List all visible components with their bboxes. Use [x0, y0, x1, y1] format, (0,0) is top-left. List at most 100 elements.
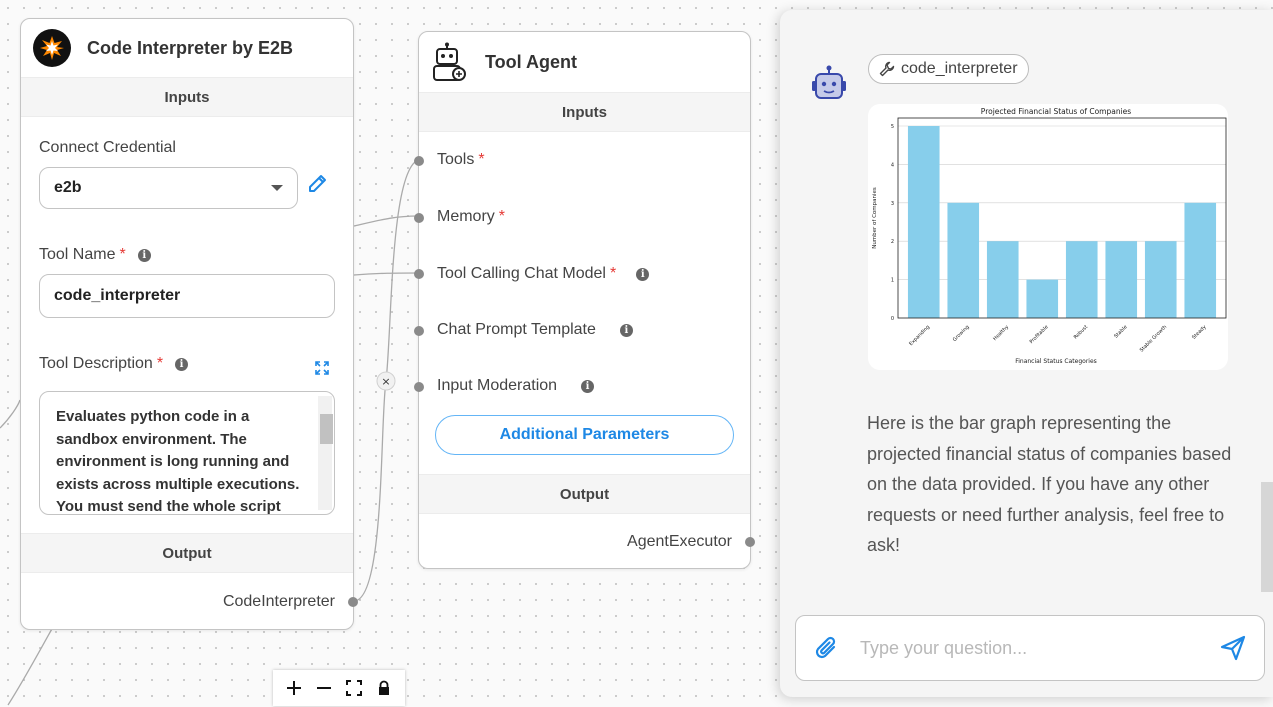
chart-bar [947, 202, 980, 318]
input-handle-prompt[interactable] [414, 326, 424, 336]
chat-input-bar [795, 615, 1265, 681]
chat-scroll-thumb[interactable] [1261, 482, 1273, 592]
chart-title: Projected Financial Status of Companies [981, 107, 1131, 116]
textarea-scroll-thumb[interactable] [320, 414, 333, 444]
edge-tools [353, 159, 419, 602]
chart-x-tick-label: Steady [1191, 324, 1208, 341]
output-header: Output [21, 533, 353, 573]
additional-parameters-button[interactable]: Additional Parameters [435, 415, 734, 455]
input-prompt-template: Chat Prompt Template i [437, 321, 633, 339]
edge-delete-button[interactable]: × [376, 371, 396, 391]
edit-credential-icon[interactable] [306, 171, 330, 195]
chart-y-label: Number of Companies [872, 187, 878, 249]
canvas-controls [273, 670, 405, 706]
wrench-icon [879, 61, 895, 77]
info-icon[interactable]: i [175, 357, 189, 371]
tool-name-input[interactable]: code_interpreter [39, 274, 335, 318]
chart-grid [898, 125, 1226, 319]
edge-delete-symbol: × [381, 375, 390, 388]
input-handle-chat-model[interactable] [414, 269, 424, 279]
info-icon[interactable]: i [636, 267, 650, 281]
input-handle-tools[interactable] [414, 156, 424, 166]
chart-y-ticks: 0 1 2 3 4 5 [891, 124, 894, 322]
zoom-in-button[interactable] [281, 675, 307, 701]
chart-x-tick-label: Robust [1073, 324, 1089, 340]
chart-x-tick-label: Profitable [1029, 324, 1050, 345]
info-icon[interactable]: i [137, 248, 151, 262]
tool-description-value: Evaluates python code in a sandbox envir… [56, 408, 300, 515]
input-chat-model: Tool Calling Chat Model * i [437, 265, 650, 283]
tool-description-textarea[interactable]: Evaluates python code in a sandbox envir… [39, 391, 335, 515]
chart-y-tick-label: 2 [891, 239, 894, 245]
chart-image: Projected Financial Status of Companies … [868, 104, 1228, 370]
chart-bar [1105, 241, 1138, 318]
chart-y-tick-label: 5 [891, 124, 894, 130]
edge-chat-model [353, 272, 419, 276]
e2b-logo-icon [33, 29, 71, 67]
info-icon[interactable]: i [581, 379, 595, 393]
lock-button[interactable] [371, 675, 397, 701]
chart-y-tick-label: 0 [891, 316, 894, 322]
textarea-scrollbar[interactable] [318, 396, 333, 510]
chart-axes-frame [897, 117, 1227, 319]
chart-bar [1026, 279, 1059, 318]
output-name: CodeInterpreter [222, 593, 335, 610]
fit-view-button[interactable] [341, 675, 367, 701]
plus-icon [287, 681, 301, 695]
chart-x-tick-label: Growing [952, 324, 971, 343]
chart-x-tick-label: Expanding [908, 324, 931, 347]
chart-y-tick-label: 1 [891, 278, 894, 284]
attachment-icon[interactable] [812, 633, 842, 663]
chat-panel: code_interpreter Projected Financial Sta… [780, 10, 1273, 697]
output-name: AgentExecutor [627, 533, 732, 550]
edge-left-top [0, 399, 21, 429]
output-handle[interactable] [745, 537, 755, 547]
zoom-out-button[interactable] [311, 675, 337, 701]
chart-x-ticks: Expanding Growing Healthy Profitable Robust S… [908, 324, 1207, 353]
output-header: Output [419, 474, 750, 514]
chart-x-tick-label: Stable Growth [1139, 324, 1168, 353]
tool-description-label: Tool Description * i [39, 355, 189, 373]
input-moderation: Input Moderation i [437, 377, 595, 395]
node-header: Code Interpreter by E2B [21, 19, 353, 77]
fit-view-icon [346, 680, 362, 696]
chart-bar [986, 241, 1019, 318]
bar-chart: Projected Financial Status of Companies … [872, 107, 1227, 365]
credential-select[interactable]: e2b [39, 167, 298, 209]
chart-bar [1065, 241, 1098, 318]
output-handle[interactable] [348, 597, 358, 607]
input-tools: Tools * [437, 151, 485, 168]
credential-label: Connect Credential [39, 139, 176, 156]
minus-icon [317, 687, 331, 689]
chart-bar [1184, 202, 1217, 318]
tool-name-label: Tool Name * i [39, 246, 151, 264]
chat-scrollbar[interactable] [1261, 24, 1273, 599]
tool-used-chip[interactable]: code_interpreter [868, 54, 1029, 84]
node-title: Tool Agent [485, 51, 577, 72]
chart-bars [907, 126, 1217, 318]
code-interpreter-node[interactable]: Code Interpreter by E2B Inputs Connect C… [20, 18, 358, 630]
chart-x-tick-label: Healthy [992, 324, 1010, 342]
inputs-header: Inputs [21, 77, 353, 117]
chat-question-input[interactable] [860, 637, 1200, 659]
credential-value: e2b [54, 179, 82, 196]
input-handle-moderation[interactable] [414, 382, 424, 392]
inputs-header: Inputs [419, 92, 750, 132]
edge-left-bottom [7, 626, 54, 706]
robot-tool-icon [433, 42, 466, 81]
bot-avatar-icon [812, 65, 846, 99]
info-icon[interactable]: i [619, 323, 633, 337]
chart-y-tick-label: 4 [891, 162, 894, 168]
tool-chip-label: code_interpreter [901, 60, 1018, 77]
chart-bar [907, 126, 940, 318]
send-icon[interactable] [1218, 633, 1248, 663]
chart-x-tick-label: Stable [1113, 324, 1128, 339]
chart-y-tick-label: 3 [891, 201, 894, 207]
expand-icon[interactable] [314, 360, 330, 376]
chart-bar [1144, 241, 1177, 318]
tool-agent-node[interactable]: Tool Agent Inputs Tools * Memory * Tool Ca… [414, 31, 755, 569]
input-handle-memory[interactable] [414, 213, 424, 223]
input-memory: Memory * [437, 208, 506, 225]
lock-icon [379, 680, 389, 695]
edge-memory [353, 215, 419, 227]
